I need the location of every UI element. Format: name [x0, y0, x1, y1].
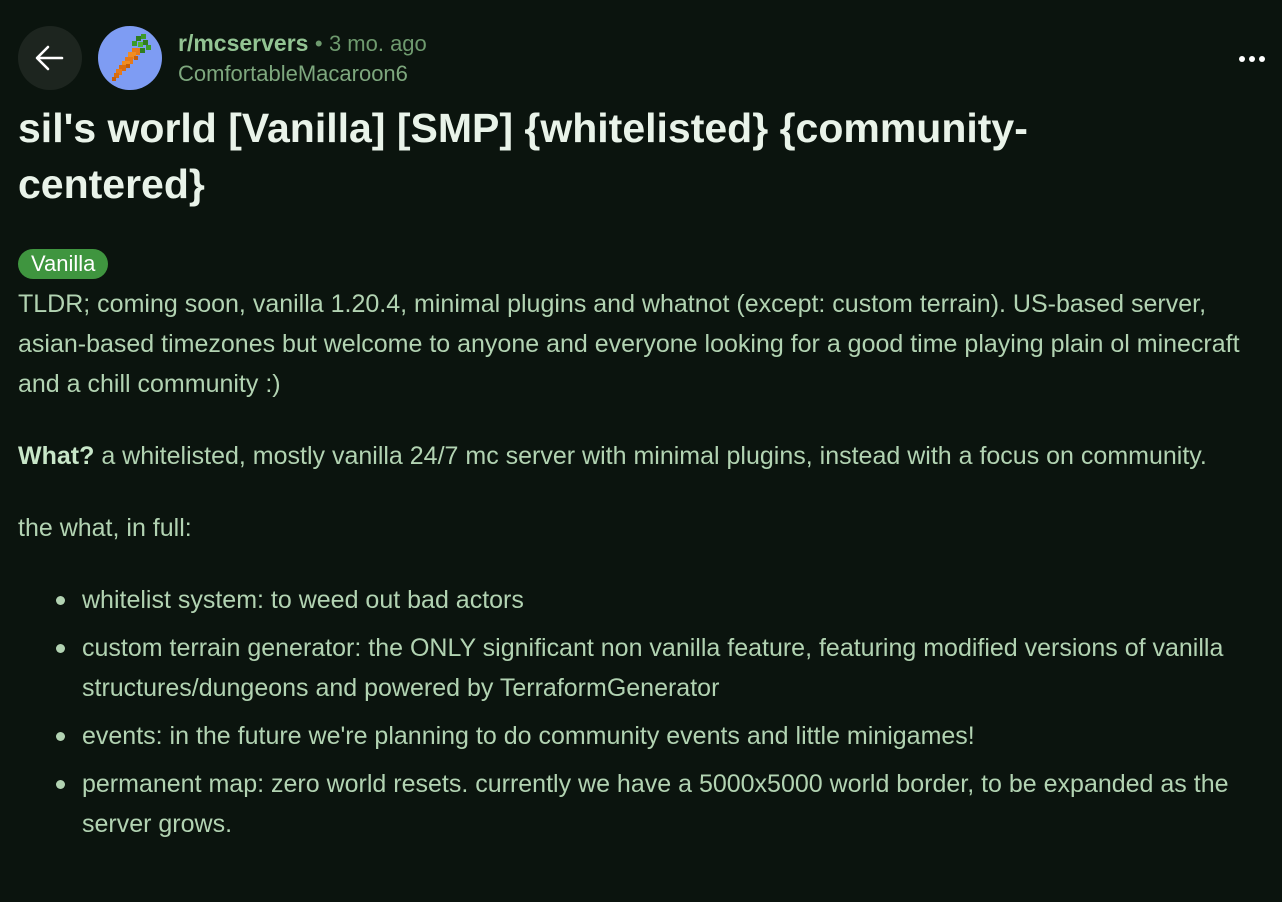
feature-list: whitelist system: to weed out bad actors…: [18, 580, 1268, 844]
bullet-icon: [56, 732, 65, 741]
list-item-text: whitelist system: to weed out bad actors: [82, 586, 524, 614]
post-meta: r/mcservers • 3 mo. ago ComfortableMacar…: [178, 28, 427, 89]
list-item-text: events: in the future we're planning to …: [82, 722, 975, 750]
list-item: custom terrain generator: the ONLY signi…: [18, 628, 1268, 708]
bullet-icon: [56, 780, 65, 789]
post-flair[interactable]: Vanilla: [18, 249, 109, 279]
post-title: sil's world [Vanilla] [SMP] {whitelisted…: [18, 105, 1028, 207]
bullet-icon: [56, 644, 65, 653]
post-age: 3 mo. ago: [328, 31, 427, 56]
bullet-icon: [56, 596, 65, 605]
full-heading: the what, in full:: [18, 514, 192, 542]
tldr-paragraph: TLDR; coming soon, vanilla 1.20.4, minim…: [18, 290, 1240, 398]
more-horizontal-icon: [1259, 56, 1265, 62]
list-item: permanent map: zero world resets. curren…: [18, 764, 1268, 844]
list-item-text: custom terrain generator: the ONLY signi…: [82, 634, 1224, 702]
what-text: a whitelisted, mostly vanilla 24/7 mc se…: [94, 442, 1207, 470]
more-horizontal-icon: [1249, 56, 1255, 62]
meta-separator: •: [314, 31, 323, 56]
post-body: TLDR; coming soon, vanilla 1.20.4, minim…: [18, 284, 1268, 852]
list-item-text: permanent map: zero world resets. curren…: [82, 770, 1229, 838]
more-options-button[interactable]: [1232, 44, 1272, 74]
more-horizontal-icon: [1239, 56, 1245, 62]
what-label: What?: [18, 442, 95, 470]
back-button[interactable]: [18, 26, 82, 90]
what-paragraph: What? a whitelisted, mostly vanilla 24/7…: [18, 436, 1268, 476]
subreddit-link[interactable]: r/mcservers: [178, 30, 308, 56]
list-item: whitelist system: to weed out bad actors: [18, 580, 1268, 620]
author-link[interactable]: ComfortableMacaroon6: [178, 59, 427, 89]
meta-line: r/mcservers • 3 mo. ago: [178, 28, 427, 59]
arrow-left-icon: [35, 45, 64, 71]
list-item: events: in the future we're planning to …: [18, 716, 1268, 756]
subreddit-avatar[interactable]: [98, 26, 162, 90]
carrot-icon: [112, 34, 151, 81]
post-header: r/mcservers • 3 mo. ago ComfortableMacar…: [18, 26, 1282, 92]
